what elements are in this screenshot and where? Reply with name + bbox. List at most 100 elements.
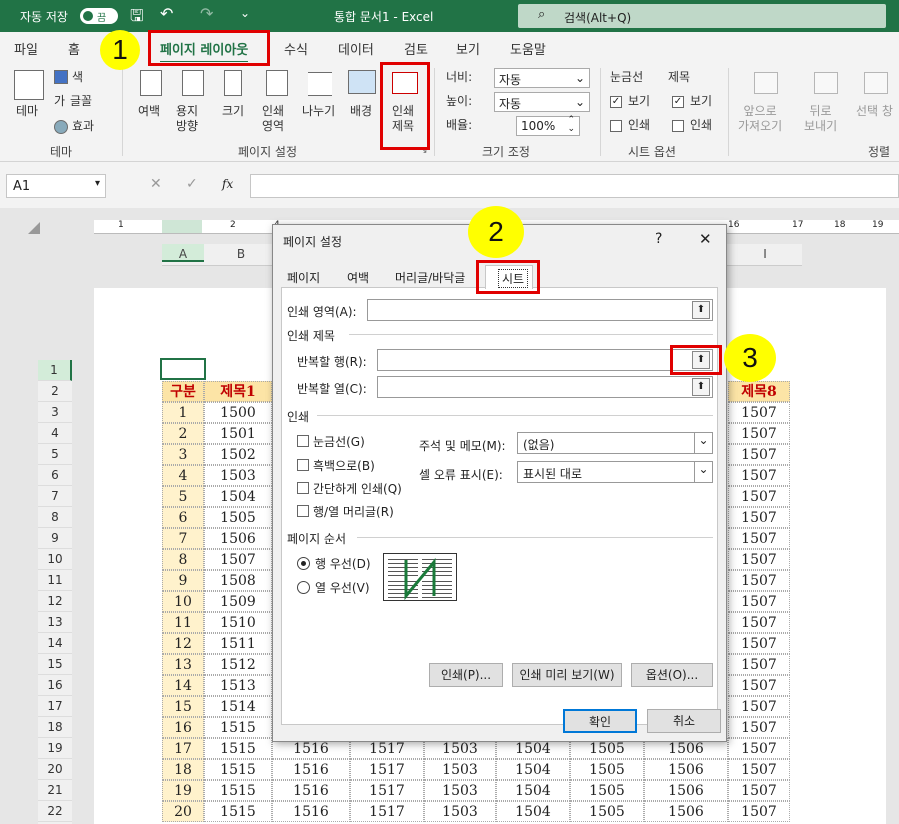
- table-cell[interactable]: 5: [162, 486, 204, 507]
- table-cell[interactable]: 1504: [204, 486, 272, 507]
- tab-file[interactable]: 파일: [14, 39, 38, 58]
- repeat-cols-input[interactable]: ⬆: [377, 376, 713, 398]
- table-cell[interactable]: 제목1: [204, 381, 272, 402]
- table-cell[interactable]: 1507: [728, 696, 790, 717]
- table-cell[interactable]: 1517: [350, 780, 424, 801]
- table-cell[interactable]: 7: [162, 528, 204, 549]
- table-cell[interactable]: 1515: [204, 801, 272, 822]
- row-header[interactable]: 8: [38, 507, 72, 528]
- table-cell[interactable]: 1503: [424, 801, 496, 822]
- gridlines-checkbox[interactable]: [297, 435, 309, 447]
- row-header[interactable]: 11: [38, 570, 72, 591]
- tab-margins[interactable]: 여백: [347, 269, 369, 286]
- repeat-rows-input[interactable]: ⬆: [377, 349, 713, 371]
- table-cell[interactable]: 10: [162, 591, 204, 612]
- name-box[interactable]: A1 ▾: [6, 174, 106, 198]
- table-cell[interactable]: 20: [162, 801, 204, 822]
- row-header[interactable]: 10: [38, 549, 72, 570]
- row-header[interactable]: 14: [38, 633, 72, 654]
- close-button[interactable]: ✕: [699, 230, 712, 248]
- breaks-button[interactable]: 나누기: [302, 104, 335, 119]
- row-header[interactable]: 22: [38, 801, 72, 822]
- table-cell[interactable]: 16: [162, 717, 204, 738]
- comments-select[interactable]: (없음) ⌄: [517, 432, 713, 454]
- table-cell[interactable]: 1510: [204, 612, 272, 633]
- tab-header-footer[interactable]: 머리글/바닥글: [395, 269, 465, 286]
- table-cell[interactable]: 15: [162, 696, 204, 717]
- margins-button[interactable]: 여백: [138, 104, 160, 119]
- headings-view-checkbox[interactable]: ✓: [672, 96, 684, 108]
- table-cell[interactable]: 1507: [728, 717, 790, 738]
- cell-errors-select[interactable]: 표시된 대로 ⌄: [517, 461, 713, 483]
- effects-button[interactable]: 효과: [72, 119, 94, 134]
- table-cell[interactable]: 13: [162, 654, 204, 675]
- select-all-corner[interactable]: [28, 222, 40, 234]
- tab-view[interactable]: 보기: [456, 39, 480, 58]
- table-cell[interactable]: 1507: [728, 423, 790, 444]
- orientation-button[interactable]: 용지 방향: [176, 104, 198, 134]
- cancel-button[interactable]: 취소: [647, 709, 721, 733]
- row-header[interactable]: 5: [38, 444, 72, 465]
- table-cell[interactable]: 1507: [728, 444, 790, 465]
- table-cell[interactable]: 1511: [204, 633, 272, 654]
- redo-icon[interactable]: ↷: [200, 4, 213, 23]
- table-cell[interactable]: 1515: [204, 717, 272, 738]
- row-header[interactable]: 13: [38, 612, 72, 633]
- table-cell[interactable]: 1517: [350, 801, 424, 822]
- table-cell[interactable]: 1515: [204, 759, 272, 780]
- row-header[interactable]: 3: [38, 402, 72, 423]
- table-cell[interactable]: 1507: [728, 654, 790, 675]
- table-cell[interactable]: 1507: [728, 591, 790, 612]
- table-cell[interactable]: 1: [162, 402, 204, 423]
- bring-forward-button[interactable]: 앞으로 가져오기: [738, 104, 782, 134]
- selection-pane-button[interactable]: 선택 창: [856, 104, 893, 119]
- table-cell[interactable]: 1507: [728, 612, 790, 633]
- table-cell[interactable]: 1507: [728, 465, 790, 486]
- theme-button[interactable]: 테마: [16, 104, 38, 119]
- table-cell[interactable]: 1507: [728, 549, 790, 570]
- black-white-checkbox[interactable]: [297, 459, 309, 471]
- table-cell[interactable]: 1507: [728, 780, 790, 801]
- row-header[interactable]: 17: [38, 696, 72, 717]
- row-col-headings-checkbox[interactable]: [297, 505, 309, 517]
- column-header-a[interactable]: A: [162, 244, 204, 262]
- row-header[interactable]: 2: [38, 381, 72, 402]
- row-header[interactable]: 9: [38, 528, 72, 549]
- table-cell[interactable]: 1507: [728, 675, 790, 696]
- table-cell[interactable]: 1514: [204, 696, 272, 717]
- over-then-down-radio[interactable]: [297, 581, 310, 594]
- table-cell[interactable]: 1504: [496, 780, 570, 801]
- theme-icon[interactable]: [14, 70, 44, 100]
- table-cell[interactable]: 1516: [272, 801, 350, 822]
- row-header[interactable]: 18: [38, 717, 72, 738]
- headings-print-checkbox[interactable]: [672, 120, 684, 132]
- height-select[interactable]: 자동 ⌄: [494, 92, 590, 112]
- table-cell[interactable]: 4: [162, 465, 204, 486]
- table-cell[interactable]: 6: [162, 507, 204, 528]
- table-cell[interactable]: 12: [162, 633, 204, 654]
- insert-function-icon[interactable]: fx: [222, 177, 233, 191]
- table-cell[interactable]: 1507: [204, 549, 272, 570]
- tab-review[interactable]: 검토: [404, 39, 428, 58]
- table-cell[interactable]: 1503: [424, 759, 496, 780]
- row-header[interactable]: 1: [38, 360, 72, 381]
- table-cell[interactable]: 1512: [204, 654, 272, 675]
- table-cell[interactable]: 1507: [728, 528, 790, 549]
- column-header-b[interactable]: B: [204, 247, 278, 261]
- row-header[interactable]: 7: [38, 486, 72, 507]
- table-cell[interactable]: 구분: [162, 381, 204, 402]
- table-cell[interactable]: 3: [162, 444, 204, 465]
- table-cell[interactable]: 1505: [570, 759, 644, 780]
- tab-page[interactable]: 페이지: [287, 269, 320, 286]
- tab-help[interactable]: 도움말: [510, 39, 546, 58]
- table-cell[interactable]: 1516: [272, 780, 350, 801]
- down-then-over-radio[interactable]: [297, 557, 310, 570]
- table-cell[interactable]: 19: [162, 780, 204, 801]
- row-header[interactable]: 12: [38, 591, 72, 612]
- table-cell[interactable]: 1502: [204, 444, 272, 465]
- table-cell[interactable]: 1505: [204, 507, 272, 528]
- table-cell[interactable]: 11: [162, 612, 204, 633]
- enter-icon[interactable]: ✓: [186, 176, 198, 192]
- row-header[interactable]: 19: [38, 738, 72, 759]
- help-button[interactable]: ?: [655, 231, 662, 247]
